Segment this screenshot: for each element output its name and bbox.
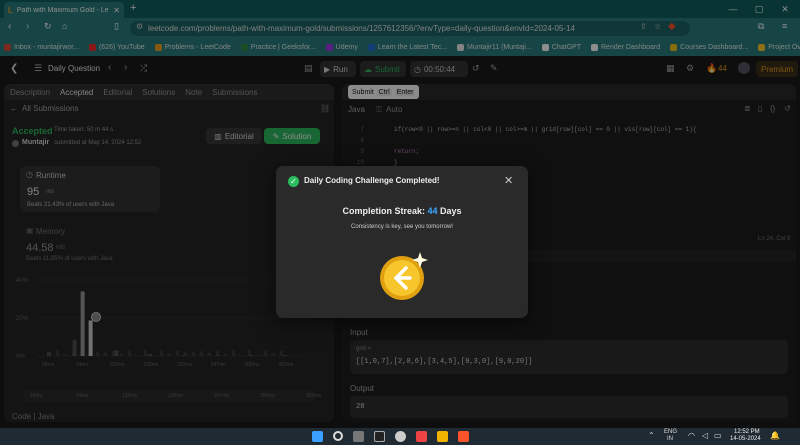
terminal-icon[interactable]	[374, 431, 385, 442]
daily-challenge-modal: ✓ Daily Coding Challenge Completed! ✕ Co…	[276, 166, 528, 318]
input-region[interactable]: IN	[667, 436, 673, 442]
brave-browser-icon[interactable]	[458, 431, 469, 442]
volume-icon[interactable]: ◁	[702, 431, 708, 440]
completion-streak: Completion Streak: 44 Days	[342, 206, 462, 216]
github-desktop-icon[interactable]	[395, 431, 406, 442]
leetcode-coin-icon	[380, 252, 428, 300]
wifi-icon[interactable]: ◠	[688, 431, 695, 440]
modal-title: Daily Coding Challenge Completed!	[304, 176, 440, 185]
windows-start-icon[interactable]	[312, 431, 323, 442]
battery-icon[interactable]: ▭	[714, 431, 722, 440]
taskbar-apps	[312, 431, 469, 442]
check-circle-icon: ✓	[288, 176, 299, 187]
clock-date[interactable]: 14-05-2024	[730, 436, 761, 442]
modal-message: Consistency is key, see you tomorrow!	[351, 224, 453, 230]
chevron-up-icon[interactable]: ⌃	[648, 431, 655, 440]
colorful-app-icon[interactable]	[416, 431, 427, 442]
search-icon[interactable]	[333, 431, 343, 441]
windows-taskbar: ⌃ ENG IN ◠ ◁ ▭ 12:52 PM 14-05-2024 🔔	[0, 428, 800, 445]
close-modal-icon[interactable]: ✕	[504, 174, 513, 187]
folder-icon[interactable]	[437, 431, 448, 442]
clock-time[interactable]: 12:52 PM	[734, 429, 760, 435]
input-language[interactable]: ENG	[664, 429, 677, 435]
notification-bell-icon[interactable]: 🔔	[770, 431, 780, 440]
file-explorer-icon[interactable]	[353, 431, 364, 442]
